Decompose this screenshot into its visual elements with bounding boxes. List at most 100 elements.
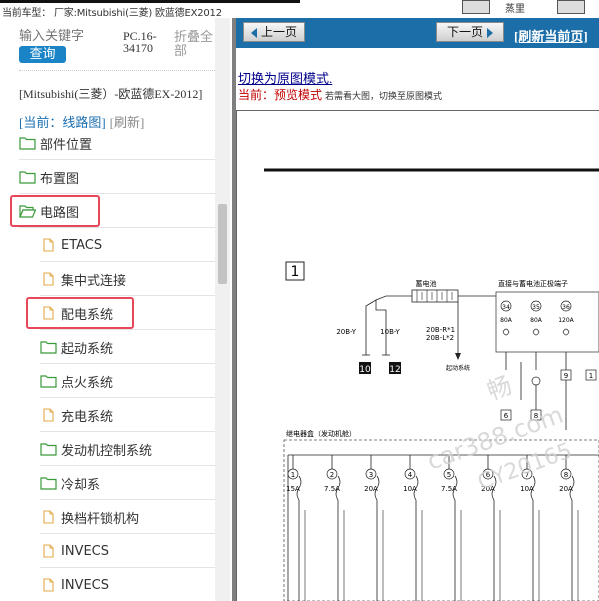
battery-label: 蓄电池	[416, 279, 437, 288]
toolbar-button-2[interactable]	[557, 0, 585, 14]
tree-separator	[40, 261, 215, 262]
tree-item-label: INVECS	[61, 577, 109, 593]
document-icon	[40, 578, 57, 592]
tree-item-label: 集中式连接	[61, 273, 127, 289]
toolbar-label: 蒸里	[505, 4, 525, 15]
prev-page-button[interactable]: 上一页	[243, 22, 305, 42]
fuse-amp: 20A	[364, 485, 378, 493]
tree-item-label: 换档杆锁机构	[61, 511, 140, 527]
search-input[interactable]	[19, 28, 119, 44]
folder-icon	[19, 136, 36, 150]
folder-icon	[40, 476, 57, 490]
document-icon	[40, 238, 57, 252]
tree-separator	[19, 159, 215, 160]
collapse-all-link[interactable]: 折叠全部	[174, 30, 220, 58]
switch-original-mode-link[interactable]: 切换为原图模式.	[238, 68, 332, 87]
scrollbar[interactable]	[215, 18, 230, 601]
tree-separator	[40, 363, 215, 364]
tree-item[interactable]: 部件位置	[19, 131, 92, 155]
sidebar: 查询 PC.16-34170 折叠全部 [Mitsubishi(三菱）-欧蓝德E…	[0, 18, 233, 601]
tree-item[interactable]: ETACS	[40, 233, 102, 257]
fuse-number: 4	[408, 471, 413, 479]
fuse-top-number: 35	[532, 304, 540, 311]
fuse-number: 3	[369, 471, 373, 479]
search-button[interactable]: 查询	[19, 46, 66, 63]
tree-separator	[40, 533, 215, 534]
fuse-amp: 20A	[559, 485, 573, 493]
document-icon	[40, 544, 57, 558]
tree-separator	[40, 295, 215, 296]
selection-highlight	[26, 297, 134, 329]
tree-item-label: 部件位置	[40, 137, 93, 153]
wiring-diagram: 1 蓄电池 20B-Y 10B-Y 20B-R*1 20B-L*2 起动系统 1…	[264, 168, 599, 601]
tree-item[interactable]: INVECS	[40, 539, 109, 563]
tree-item[interactable]: 点火系统	[40, 369, 113, 393]
refresh-current-page-link[interactable]: [刷新当前页]	[514, 26, 588, 45]
top-bar: 当前车型： 厂家:Mitsubishi(三菱) 欧蓝德EX2012 蒸里	[0, 0, 599, 19]
current-view-row: [当前：线路图] [刷新]	[19, 112, 144, 131]
arrow-right-icon	[487, 27, 493, 38]
prev-page-label: 上一页	[260, 25, 297, 39]
tree-item[interactable]: 冷却系	[40, 471, 100, 495]
fuse-symbol	[502, 328, 510, 336]
ground-10: 10	[359, 365, 371, 375]
fuse-top-number: 34	[502, 304, 510, 311]
fuse-symbol	[532, 328, 540, 336]
fuse-amp: 10A	[403, 485, 417, 493]
wire-20B-Y: 20B-Y	[336, 328, 356, 336]
wire-20B-L: 20B-L*2	[426, 334, 454, 342]
fuse-number: 5	[447, 471, 451, 479]
tree-item[interactable]: 发动机控制系统	[40, 437, 152, 461]
relay-box-title: 继电器盒（发动机舱）	[286, 429, 356, 438]
fuse-number: 2	[330, 471, 334, 479]
tree-separator	[40, 431, 215, 432]
document-icon	[40, 272, 57, 286]
wire-20B-R: 20B-R*1	[426, 326, 455, 334]
folder-icon	[19, 170, 36, 184]
fuse-top-number: 36	[562, 304, 570, 311]
arrow-left-icon	[250, 27, 257, 38]
tree-separator	[40, 397, 215, 398]
page-navbar: 上一页 下一页 [刷新当前页]	[236, 18, 599, 48]
connector-number: 1	[589, 372, 593, 380]
divider	[19, 70, 215, 71]
fuse-top-amp: 80A	[500, 317, 513, 324]
tree-separator	[19, 193, 215, 194]
toolbar-button-1[interactable]	[462, 0, 490, 14]
tree-item[interactable]: 换档杆锁机构	[40, 505, 139, 529]
fuse-top-amp: 120A	[558, 317, 574, 324]
tree-item-label: 起动系统	[61, 341, 114, 357]
current-view-label: [当前：线路图]	[19, 115, 106, 130]
fuse-amp: 10A	[520, 485, 534, 493]
tree-item-label: 发动机控制系统	[61, 443, 153, 459]
tree-item[interactable]: 集中式连接	[40, 267, 126, 291]
document-icon	[40, 510, 57, 524]
next-page-button[interactable]: 下一页	[436, 22, 504, 42]
tree-item[interactable]: 布置图	[19, 165, 79, 189]
tree-item[interactable]: 充电系统	[40, 403, 113, 427]
fuse-number: 1	[291, 471, 295, 479]
connector-title: 直接与蓄电池正极端子	[498, 279, 568, 288]
tree-item[interactable]: INVECS	[40, 573, 109, 597]
wire-10B-Y: 10B-Y	[380, 328, 400, 336]
folder-icon	[40, 374, 57, 388]
tree-separator	[40, 329, 215, 330]
box-number: 1	[291, 264, 300, 280]
tree-item-label: INVECS	[61, 543, 109, 559]
fuse-top-group: 34 80A 35 80A 36 120A	[500, 300, 575, 336]
selection-highlight	[10, 195, 100, 227]
search-area: 查询 PC.16-34170 折叠全部	[19, 24, 215, 80]
tree-separator	[40, 567, 215, 568]
preview-mode-label: 当前：预览模式	[238, 88, 323, 102]
tree-item-label: ETACS	[61, 237, 103, 253]
battery-symbol	[411, 289, 459, 303]
tree-item[interactable]: 起动系统	[40, 335, 113, 359]
main-panel: 上一页 下一页 [刷新当前页] 切换为原图模式. 当前：预览模式 若需看大图，切…	[236, 18, 599, 601]
watermark-1: 畅	[483, 371, 515, 406]
scrollbar-thumb[interactable]	[218, 204, 227, 284]
tree-item-label: 冷却系	[61, 477, 101, 493]
tree-separator	[40, 465, 215, 466]
fuse-amp: 15A	[286, 485, 300, 493]
tree-separator	[40, 499, 215, 500]
refresh-link[interactable]: [刷新]	[110, 115, 145, 130]
